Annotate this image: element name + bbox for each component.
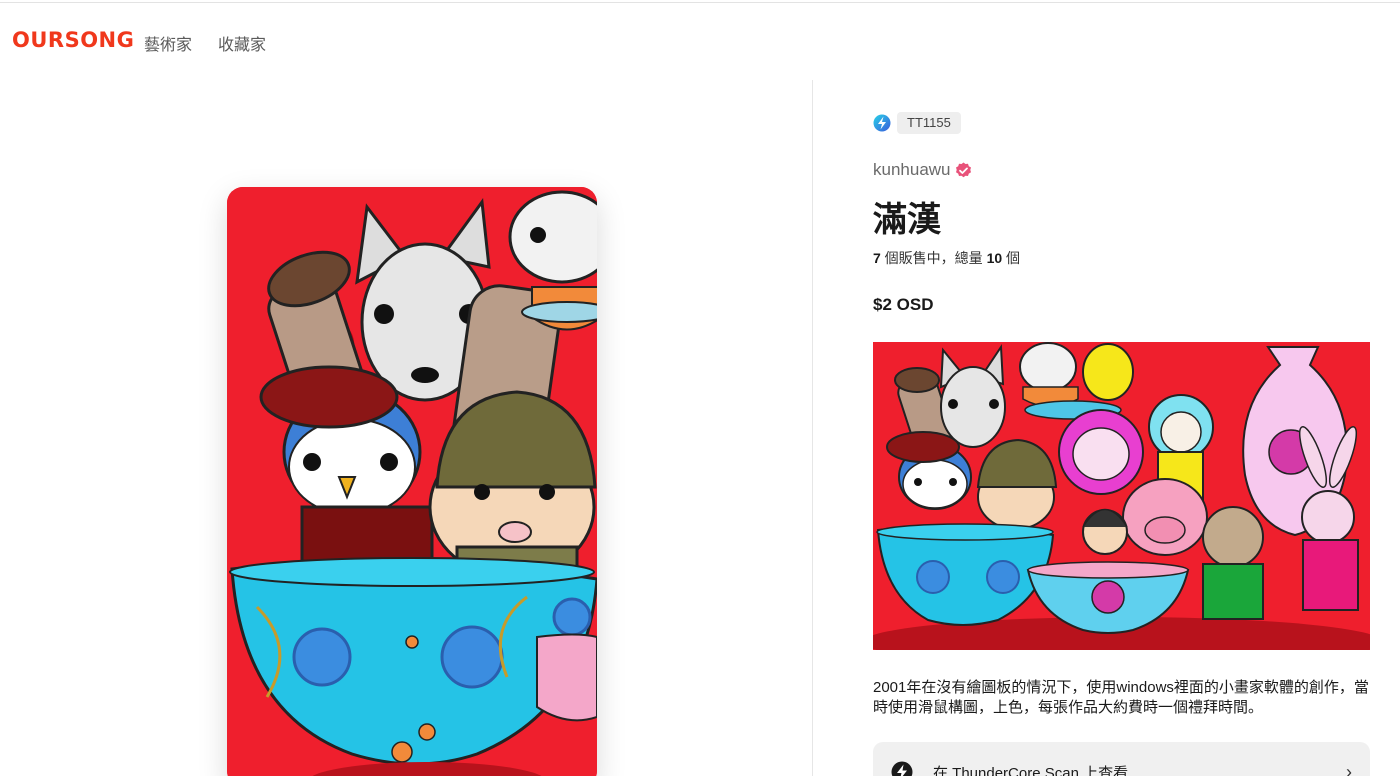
site-logo[interactable]: OURSONG [12,28,134,52]
artist-name[interactable]: kunhuawu [873,160,951,180]
nav-artists-link[interactable]: 藝術家 [144,31,192,55]
site-header: OURSONG 藝術家 收藏家 [0,0,1400,80]
editions-total-label: 個 [1002,250,1021,266]
artwork-preview-image[interactable] [873,342,1370,650]
chain-row: TT1155 [873,112,961,134]
chevron-right-icon: › [1346,762,1352,776]
thundercore-icon [873,114,891,132]
verified-badge-icon [955,162,971,177]
thundercore-scan-link[interactable]: 在 ThunderCore Scan 上查看 › [873,742,1370,776]
price: $2 OSD [873,295,934,314]
thundercore-scan-icon [891,761,913,776]
edition-info: 7 個販售中，總量 10 個 [873,248,1020,268]
token-id-badge[interactable]: TT1155 [897,112,961,134]
editions-available: 7 [873,250,881,266]
artwork-description: 2001年在沒有繪圖板的情況下，使用windows裡面的小畫家軟體的創作，當時使… [873,679,1369,716]
artwork-title: 滿漢 [873,200,941,240]
column-divider [812,80,813,776]
editions-available-label: 個販售中，總量 [880,250,987,266]
artwork-card[interactable] [227,187,597,776]
artist-row[interactable]: kunhuawu [873,160,972,180]
artwork-preview-illustration [873,342,1370,650]
editions-total: 10 [986,250,1003,266]
thundercore-scan-label: 在 ThunderCore Scan 上查看 [933,765,1129,776]
artwork-image [227,187,597,776]
nav-collectors-link[interactable]: 收藏家 [218,31,266,55]
